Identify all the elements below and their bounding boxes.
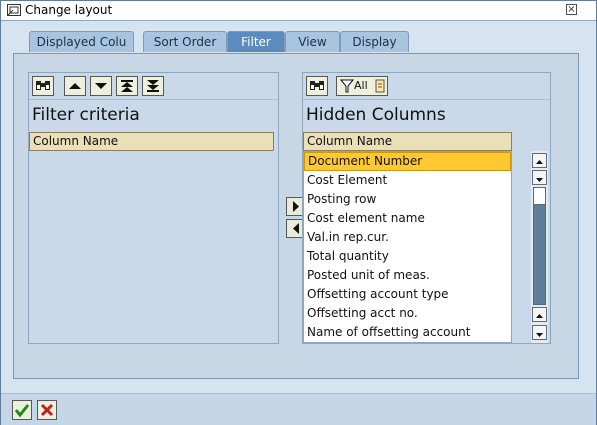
scroll-thumb[interactable] <box>533 187 546 205</box>
arrow-up-icon <box>536 160 543 164</box>
list-item[interactable]: Cost element name <box>304 209 511 228</box>
move-down-button[interactable] <box>90 76 112 96</box>
title-bar: Change layout × <box>1 1 596 21</box>
page-up-button[interactable] <box>532 307 547 322</box>
tab-strip: Displayed Colu Sort Order Filter View Di… <box>29 31 589 53</box>
window-icon <box>7 4 21 16</box>
checkmark-icon <box>14 404 30 418</box>
tab-view[interactable]: View <box>285 31 340 52</box>
tab-sort-order[interactable]: Sort Order <box>143 31 227 52</box>
find-button[interactable] <box>32 76 54 96</box>
window-title: Change layout <box>25 3 113 17</box>
list-item[interactable]: Document Number <box>304 152 511 171</box>
filter-all-button[interactable]: All <box>336 76 388 96</box>
hidden-columns-list: Document Number Cost Element Posting row… <box>303 151 512 343</box>
left-toolbar <box>29 73 278 100</box>
up-icon <box>69 83 81 89</box>
hidden-column-header[interactable]: Column Name <box>303 132 512 151</box>
arrow-up-icon <box>536 314 543 318</box>
tab-displayed-columns[interactable]: Displayed Colu <box>29 31 134 52</box>
hidden-columns-title: Hidden Columns <box>306 105 446 125</box>
tab-display[interactable]: Display <box>340 31 409 52</box>
arrow-down-icon <box>536 333 543 337</box>
move-bottom-button[interactable] <box>142 76 164 96</box>
filter-criteria-panel: Filter criteria Column Name <box>28 72 279 344</box>
move-up-button[interactable] <box>64 76 86 96</box>
down-icon <box>95 83 107 89</box>
close-button[interactable]: × <box>566 4 577 15</box>
list-item[interactable]: Name of offsetting account <box>304 323 511 342</box>
list-item[interactable]: Offsetting acct no. <box>304 304 511 323</box>
find-icon <box>310 81 324 90</box>
find-icon <box>36 81 50 90</box>
tab-filter[interactable]: Filter <box>227 31 285 52</box>
top-icon <box>121 80 133 92</box>
filter-criteria-title: Filter criteria <box>32 105 140 125</box>
find-button-right[interactable] <box>306 76 328 96</box>
page-down-button[interactable] <box>532 325 547 340</box>
arrow-down-icon <box>536 178 543 182</box>
dialog-footer <box>1 393 596 425</box>
list-item[interactable]: Val.in rep.cur. <box>304 228 511 247</box>
list-item[interactable]: Total quantity <box>304 247 511 266</box>
list-item[interactable]: Posting row <box>304 190 511 209</box>
scroll-up-button[interactable] <box>532 153 547 168</box>
clipboard-icon <box>375 79 385 93</box>
cancel-icon <box>40 403 54 417</box>
change-layout-dialog: Change layout × Displayed Colu Sort Orde… <box>0 0 597 425</box>
filter-all-label: All <box>354 79 368 92</box>
list-item[interactable]: Cost Element <box>304 171 511 190</box>
move-top-button[interactable] <box>116 76 138 96</box>
vertical-scrollbar[interactable] <box>531 151 548 343</box>
list-item[interactable]: Posted unit of meas. <box>304 266 511 285</box>
cancel-button[interactable] <box>37 400 57 420</box>
tab-content: Filter criteria Column Name All Hidden C… <box>13 53 579 379</box>
right-toolbar: All <box>303 73 550 100</box>
list-item[interactable]: Offsetting account type <box>304 285 511 304</box>
filter-column-header[interactable]: Column Name <box>29 132 274 151</box>
filter-icon <box>340 79 354 93</box>
scroll-down-button[interactable] <box>532 170 547 185</box>
confirm-button[interactable] <box>12 400 32 420</box>
bottom-icon <box>147 80 159 92</box>
hidden-columns-panel: All Hidden Columns Column Name Document … <box>302 72 551 344</box>
